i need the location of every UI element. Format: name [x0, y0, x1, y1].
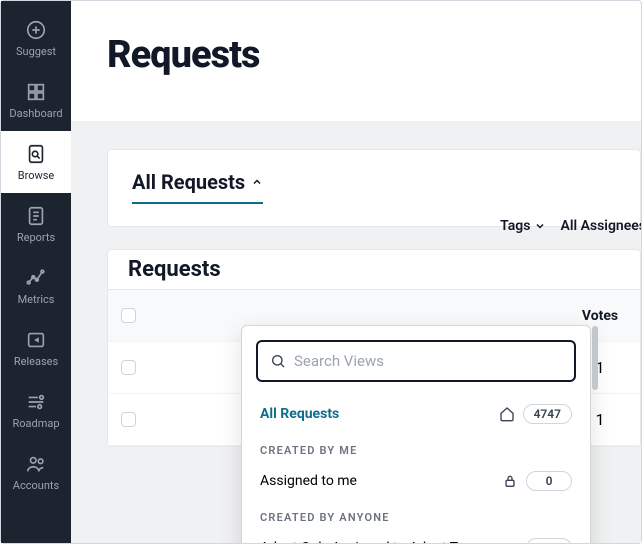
views-list: All Requests 4747 CREATED BY ME Assigned…	[242, 396, 590, 543]
users-icon	[25, 453, 47, 475]
lock-icon	[502, 473, 518, 489]
grid-icon	[25, 81, 47, 103]
plus-circle-icon	[25, 19, 47, 41]
search-wrap	[242, 326, 590, 396]
content: All Requests Tags All Assignees Requests…	[71, 121, 641, 543]
nav-browse[interactable]: Browse	[1, 131, 71, 193]
view-selector[interactable]: All Requests	[132, 170, 263, 204]
chevron-down-icon	[534, 220, 546, 232]
filter-label: All Assignees	[560, 218, 641, 234]
search-input[interactable]	[294, 352, 562, 370]
nav-label: Reports	[17, 231, 55, 244]
views-section-created-by-me: CREATED BY ME	[242, 432, 590, 463]
view-option-label: All Requests	[260, 406, 499, 422]
view-count-badge: 0	[526, 471, 572, 491]
view-selector-label: All Requests	[132, 170, 245, 194]
file-search-icon	[25, 143, 47, 165]
nav-label: Accounts	[13, 479, 59, 492]
nav-label: Metrics	[18, 293, 55, 306]
view-option-assigned-to-me[interactable]: Assigned to me 0	[242, 463, 590, 499]
nav-label: Browse	[18, 169, 55, 182]
view-count-badge: 43	[526, 538, 572, 543]
filter-bar: Tags All Assignees	[500, 218, 641, 234]
page-title: Requests	[107, 33, 641, 77]
view-option-label: Assigned to me	[260, 473, 502, 489]
filter-panel: All Requests Tags All Assignees	[107, 149, 641, 227]
main: Requests All Requests Tags All Assignees…	[71, 1, 641, 543]
nav-dashboard[interactable]: Dashboard	[1, 69, 71, 131]
filter-assignees[interactable]: All Assignees	[560, 218, 641, 234]
nav-suggest[interactable]: Suggest	[1, 7, 71, 69]
nav-label: Releases	[14, 355, 58, 368]
search-icon	[270, 353, 286, 369]
roadmap-icon	[25, 391, 47, 413]
chevron-up-icon	[251, 176, 263, 188]
row-checkbox[interactable]	[121, 360, 136, 375]
releases-icon	[25, 329, 47, 351]
row-checkbox[interactable]	[121, 412, 136, 427]
nav-releases[interactable]: Releases	[1, 317, 71, 379]
views-dropdown: All Requests 4747 CREATED BY ME Assigned…	[241, 325, 591, 543]
nav-metrics[interactable]: Metrics	[1, 255, 71, 317]
sidebar: Suggest Dashboard Browse Reports Metrics…	[1, 1, 71, 543]
page-header: Requests	[71, 1, 641, 121]
view-count-badge: 4747	[523, 404, 572, 424]
table-title: Requests	[108, 250, 640, 290]
chart-icon	[25, 267, 47, 289]
views-section-created-by-anyone: CREATED BY ANYONE	[242, 499, 590, 530]
select-all-checkbox[interactable]	[121, 308, 136, 323]
search-box[interactable]	[256, 340, 576, 382]
nav-label: Roadmap	[12, 417, 59, 430]
filter-label: Tags	[500, 218, 530, 234]
nav-label: Dashboard	[9, 107, 62, 120]
nav-reports[interactable]: Reports	[1, 193, 71, 255]
home-icon	[499, 406, 515, 422]
view-option-adopt-only[interactable]: Adopt Only Assigned to Adopt Team 43	[242, 530, 590, 543]
document-icon	[25, 205, 47, 227]
nav-accounts[interactable]: Accounts	[1, 441, 71, 503]
column-header-votes: Votes	[560, 308, 640, 324]
view-option-label: Adopt Only Assigned to Adopt Team	[260, 540, 526, 543]
nav-label: Suggest	[16, 45, 56, 58]
scrollbar[interactable]	[592, 326, 598, 390]
filter-tags[interactable]: Tags	[500, 218, 546, 234]
view-option-all-requests[interactable]: All Requests 4747	[242, 396, 590, 432]
nav-roadmap[interactable]: Roadmap	[1, 379, 71, 441]
